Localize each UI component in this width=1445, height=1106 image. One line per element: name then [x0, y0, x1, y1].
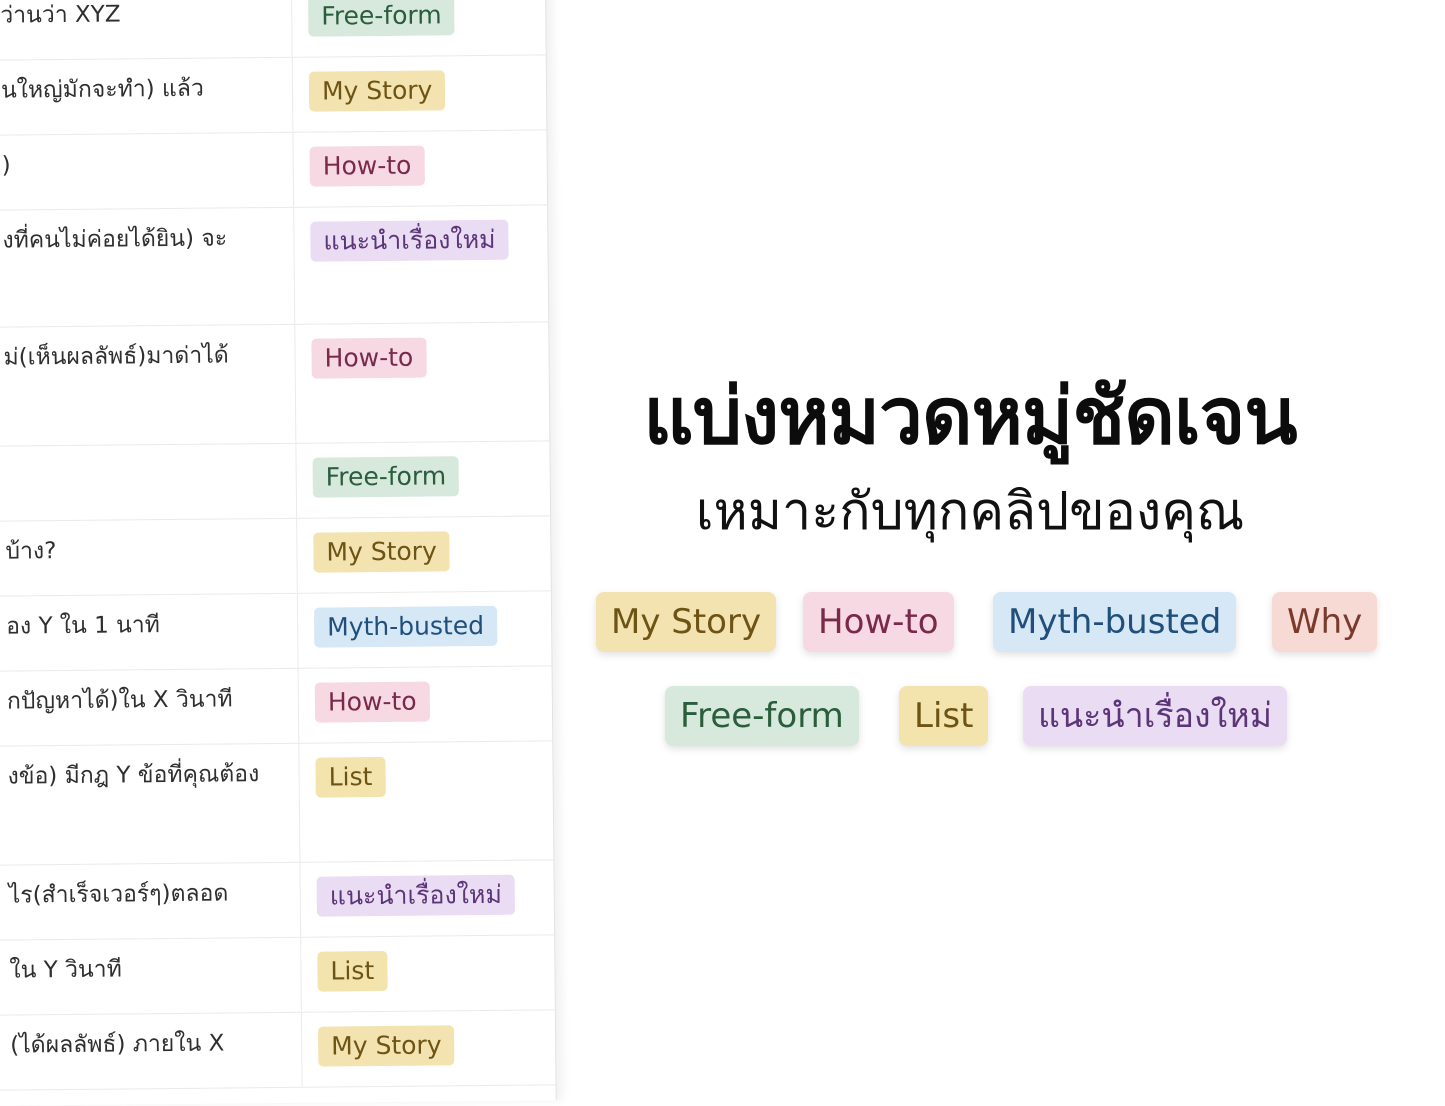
- hero-section: แบ่งหมวดหมู่ชัดเจน เหมาะกับทุกคลิปของคุณ…: [560, 0, 1445, 1084]
- table-row[interactable]: นใหญ่มักจะทำ) แล้ว My Story: [0, 55, 547, 136]
- headline: แบ่งหมวดหมู่ชัดเจน: [643, 372, 1297, 462]
- table-row[interactable]: Free-form: [0, 441, 551, 522]
- table-row[interactable]: งข้อ) มีกฎ Y ข้อที่คุณต้อง List: [0, 741, 554, 866]
- title-cell[interactable]: ): [0, 132, 295, 210]
- title-cell[interactable]: งข้อ) มีกฎ Y ข้อที่คุณต้อง: [0, 743, 301, 865]
- category-tag[interactable]: My Story: [313, 531, 451, 573]
- category-tag[interactable]: Free-form: [312, 456, 460, 498]
- category-tag[interactable]: List: [315, 756, 386, 798]
- category-tag[interactable]: How-to: [311, 337, 427, 379]
- table-row[interactable]: ว่านว่า XYZ Free-form: [0, 0, 546, 61]
- title-cell[interactable]: บ้าง?: [0, 518, 298, 596]
- title-cell[interactable]: ใน Y วินาที: [0, 937, 302, 1015]
- category-pill[interactable]: Myth-busted: [993, 592, 1237, 652]
- table-row[interactable]: (ได้ผลลัพธ์) ภายใน X My Story: [0, 1010, 556, 1091]
- title-cell[interactable]: ว่านว่า XYZ: [0, 0, 293, 60]
- category-cell[interactable]: List: [299, 741, 553, 861]
- category-tag[interactable]: My Story: [318, 1025, 455, 1067]
- category-table: ว่านว่า XYZ Free-form นใหญ่มักจะทำ) แล้ว My…: [0, 0, 557, 1106]
- category-tag[interactable]: How-to: [309, 145, 425, 187]
- table-row[interactable]: บ้าง? My Story: [0, 516, 551, 597]
- category-tag[interactable]: How-to: [314, 681, 430, 723]
- category-tag[interactable]: List: [317, 950, 388, 992]
- category-pill[interactable]: Free-form: [665, 686, 859, 746]
- category-tag[interactable]: Myth-busted: [313, 605, 498, 648]
- category-tag[interactable]: Free-form: [308, 0, 455, 37]
- category-cell[interactable]: List: [301, 935, 555, 1011]
- category-pill[interactable]: List: [899, 686, 989, 746]
- category-cell[interactable]: How-to: [299, 666, 553, 742]
- table-row[interactable]: ไร(สำเร็จเวอร์ๆ)ตลอด แนะนำเรื่องใหม่: [0, 860, 555, 941]
- category-pill[interactable]: How-to: [803, 592, 954, 652]
- table-row[interactable]: ม่(เห็นผลลัพธ์)มาด่าได้ How-to: [0, 322, 550, 447]
- category-tag[interactable]: My Story: [308, 70, 446, 112]
- category-pill[interactable]: แนะนำเรื่องใหม่: [1023, 686, 1288, 746]
- title-cell[interactable]: อง Y ใน 1 นาที: [0, 593, 299, 671]
- category-cell[interactable]: My Story: [302, 1010, 556, 1086]
- title-cell[interactable]: นใหญ่มักจะทำ) แล้ว: [0, 57, 294, 135]
- category-cell[interactable]: How-to: [293, 130, 547, 206]
- table-row[interactable]: ) How-to: [0, 130, 548, 211]
- table-row[interactable]: ใน Y วินาที List: [0, 935, 555, 1016]
- title-cell[interactable]: ม่(เห็นผลลัพธ์)มาด่าได้: [0, 324, 297, 446]
- category-tag[interactable]: แนะนำเรื่องใหม่: [310, 219, 509, 262]
- category-cell[interactable]: Free-form: [292, 0, 546, 57]
- title-cell[interactable]: กปัญหาได้)ใน X วินาที: [0, 668, 300, 746]
- title-cell[interactable]: งที่คนไม่ค่อยได้ยิน) จะ: [0, 207, 296, 327]
- table-row[interactable]: อง Y ใน 1 นาที Myth-busted: [0, 591, 552, 672]
- category-cell[interactable]: แนะนำเรื่องใหม่: [300, 860, 554, 936]
- title-cell[interactable]: (ได้ผลลัพธ์) ภายใน X: [0, 1012, 303, 1090]
- title-cell[interactable]: [0, 443, 298, 521]
- category-cell[interactable]: My Story: [293, 55, 547, 131]
- subheadline: เหมาะกับทุกคลิปของคุณ: [695, 482, 1245, 542]
- category-cell[interactable]: How-to: [295, 322, 549, 442]
- table-row[interactable]: กปัญหาได้)ใน X วินาที How-to: [0, 666, 553, 747]
- title-cell[interactable]: ไร(สำเร็จเวอร์ๆ)ตลอด: [0, 862, 302, 940]
- category-cell[interactable]: แนะนำเรื่องใหม่: [294, 205, 548, 323]
- category-pill[interactable]: Why: [1272, 592, 1378, 652]
- category-cell[interactable]: My Story: [297, 516, 551, 592]
- category-tag[interactable]: แนะนำเรื่องใหม่: [316, 874, 516, 917]
- category-pill[interactable]: My Story: [596, 592, 777, 652]
- category-cell[interactable]: Free-form: [296, 441, 550, 517]
- table-row[interactable]: งที่คนไม่ค่อยได้ยิน) จะ แนะนำเรื่องใหม่: [0, 205, 549, 328]
- category-cell[interactable]: Myth-busted: [298, 591, 552, 667]
